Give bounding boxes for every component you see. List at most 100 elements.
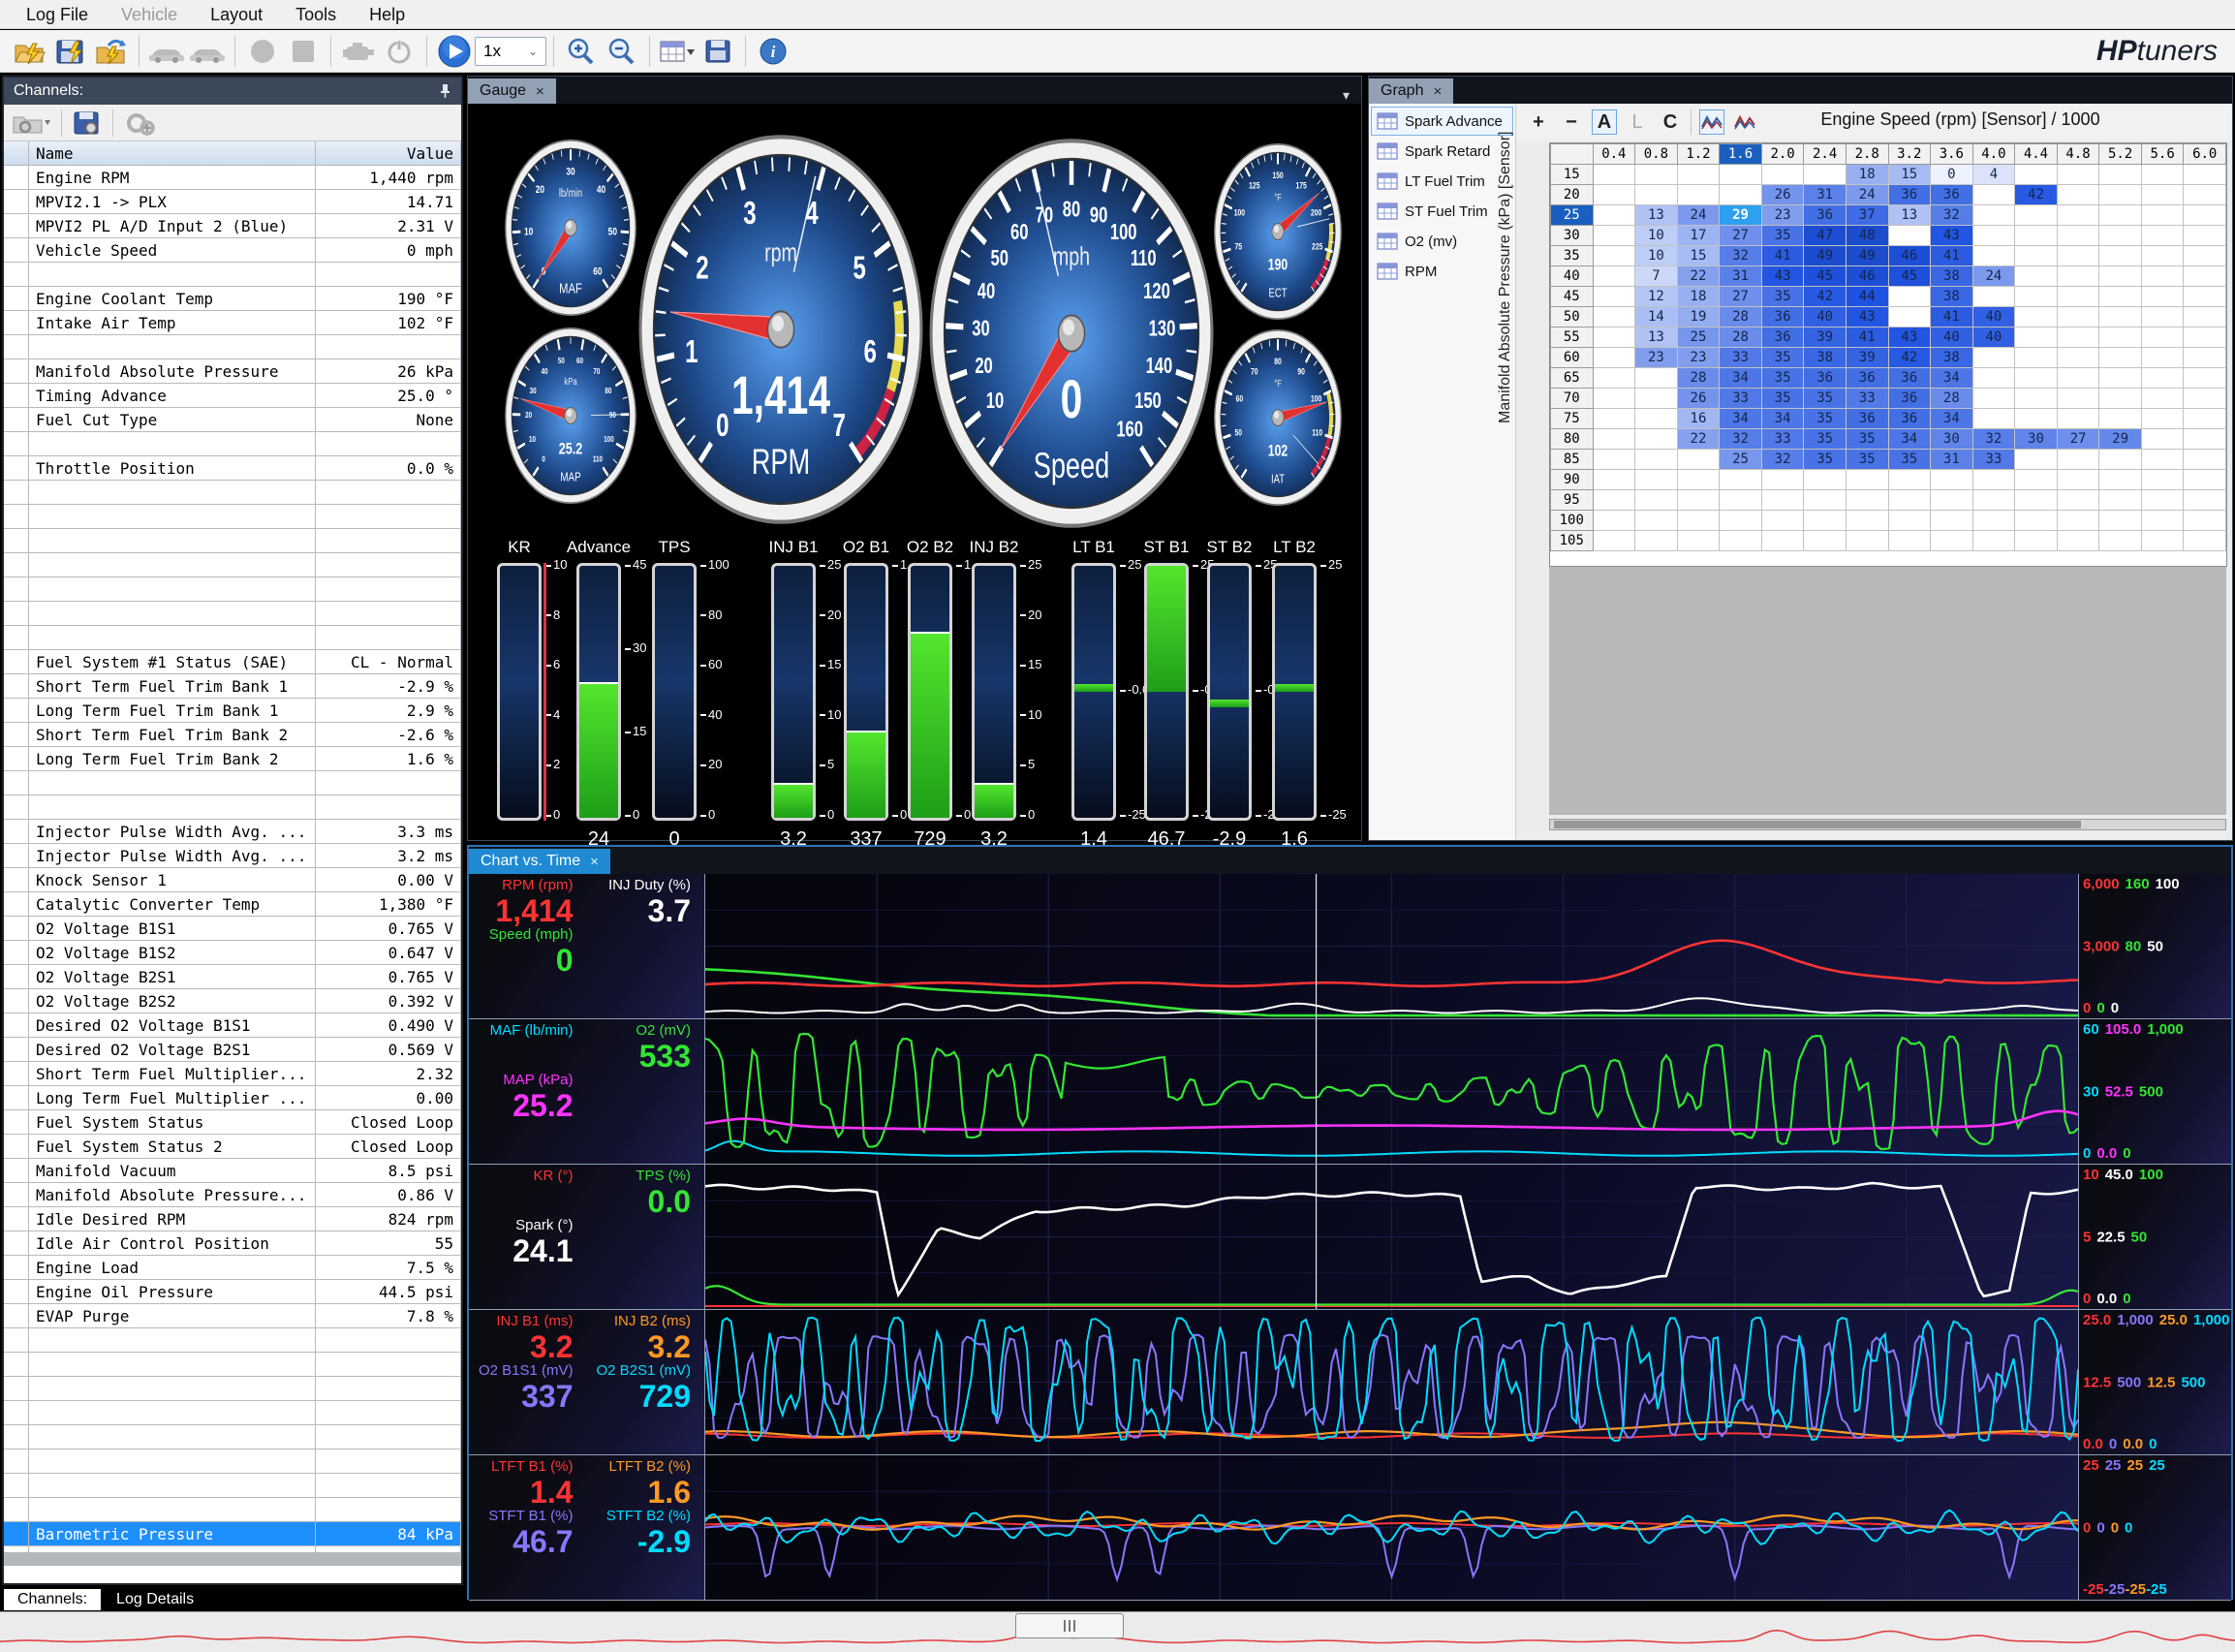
heat-cell[interactable] — [1972, 389, 2015, 409]
heat-cell[interactable]: 39 — [1846, 348, 1888, 368]
heat-cell[interactable] — [1888, 531, 1931, 551]
close-log-icon[interactable] — [91, 33, 132, 70]
heat-cell[interactable]: 34 — [1720, 409, 1762, 429]
heat-cell[interactable]: 23 — [1677, 348, 1720, 368]
heat-cell[interactable]: 35 — [1846, 429, 1888, 450]
heat-cell[interactable] — [1720, 185, 1762, 205]
heat-row-header[interactable]: 25 — [1551, 205, 1594, 226]
heat-cell[interactable]: 19 — [1677, 307, 1720, 327]
heat-cell[interactable]: 42 — [1888, 348, 1931, 368]
heat-cell[interactable]: 36 — [1888, 368, 1931, 389]
heat-cell[interactable]: 38 — [1804, 348, 1847, 368]
heat-cell[interactable] — [1593, 307, 1635, 327]
heat-cell[interactable]: 26 — [1761, 185, 1804, 205]
heat-cell[interactable]: 45 — [1804, 266, 1847, 287]
heat-cell[interactable] — [2184, 511, 2226, 531]
heat-cell[interactable] — [1888, 511, 1931, 531]
heat-cell[interactable] — [1677, 511, 1720, 531]
heat-row-header[interactable]: 50 — [1551, 307, 1594, 327]
heat-cell[interactable]: 34 — [1931, 409, 1973, 429]
heat-cell[interactable] — [1972, 185, 2015, 205]
heat-cell[interactable]: 32 — [1761, 450, 1804, 470]
heat-cell[interactable] — [2015, 450, 2058, 470]
heat-cell[interactable]: 23 — [1761, 205, 1804, 226]
heat-cell[interactable]: 49 — [1846, 246, 1888, 266]
heat-cell[interactable]: 36 — [1804, 368, 1847, 389]
heat-cell[interactable] — [1593, 490, 1635, 511]
heat-col-header[interactable]: 1.2 — [1677, 144, 1720, 165]
heat-cell[interactable]: 25 — [1677, 327, 1720, 348]
heat-cell[interactable] — [1931, 490, 1973, 511]
channel-row[interactable]: Fuel Cut TypeNone — [4, 408, 461, 432]
sidebar-item-stfueltrim[interactable]: ST Fuel Trim — [1371, 197, 1513, 226]
menu-help[interactable]: Help — [353, 0, 421, 29]
heat-cell[interactable] — [2057, 185, 2099, 205]
channel-row[interactable] — [4, 1474, 461, 1498]
channel-row[interactable]: Short Term Fuel Trim Bank 1-2.9 % — [4, 674, 461, 699]
heat-cell[interactable] — [1846, 490, 1888, 511]
heat-cell[interactable] — [1593, 327, 1635, 348]
heat-cell[interactable]: 16 — [1677, 409, 1720, 429]
zoom-out-icon[interactable] — [602, 33, 642, 70]
heat-cell[interactable]: 41 — [1931, 246, 1973, 266]
heat-cell[interactable] — [2015, 389, 2058, 409]
heat-cell[interactable] — [2015, 205, 2058, 226]
heat-cell[interactable]: 27 — [1720, 226, 1762, 246]
heat-cell[interactable]: 41 — [1846, 327, 1888, 348]
channel-row[interactable]: Short Term Fuel Trim Bank 2-2.6 % — [4, 723, 461, 747]
heat-cell[interactable]: 36 — [1888, 185, 1931, 205]
pin-icon[interactable] — [438, 83, 451, 99]
heat-cell[interactable] — [2141, 287, 2184, 307]
heat-col-header[interactable]: 2.4 — [1804, 144, 1847, 165]
heat-cell[interactable] — [1761, 490, 1804, 511]
heat-cell[interactable] — [2141, 450, 2184, 470]
heat-col-header[interactable]: 4.0 — [1972, 144, 2015, 165]
heat-cell[interactable] — [1972, 531, 2015, 551]
heat-cell[interactable]: 31 — [1931, 450, 1973, 470]
heat-cell[interactable] — [2099, 246, 2142, 266]
heat-cell[interactable]: 35 — [1761, 368, 1804, 389]
channel-row[interactable]: Catalytic Converter Temp1,380 °F — [4, 892, 461, 917]
heat-cell[interactable]: 22 — [1677, 266, 1720, 287]
heat-cell[interactable]: 15 — [1677, 246, 1720, 266]
channel-row[interactable] — [4, 263, 461, 287]
heat-cell[interactable] — [2141, 389, 2184, 409]
heat-cell[interactable] — [2184, 450, 2226, 470]
heat-cell[interactable] — [2184, 307, 2226, 327]
heat-row-header[interactable]: 20 — [1551, 185, 1594, 205]
heat-row-header[interactable]: 85 — [1551, 450, 1594, 470]
heat-cell[interactable] — [1888, 307, 1931, 327]
heat-cell[interactable] — [2099, 531, 2142, 551]
heat-col-header[interactable]: 5.6 — [2141, 144, 2184, 165]
chart-plot[interactable] — [705, 1310, 2078, 1454]
heat-cell[interactable]: 33 — [1720, 348, 1762, 368]
heat-cell[interactable]: 40 — [1804, 307, 1847, 327]
heat-cell[interactable]: 28 — [1720, 327, 1762, 348]
heat-cell[interactable] — [1972, 205, 2015, 226]
heat-cell[interactable] — [2141, 511, 2184, 531]
heat-cell[interactable] — [2141, 348, 2184, 368]
heat-cell[interactable] — [1972, 470, 2015, 490]
heat-cell[interactable] — [2099, 287, 2142, 307]
heat-cell[interactable] — [1635, 429, 1678, 450]
channel-row[interactable]: Desired O2 Voltage B1S10.490 V — [4, 1013, 461, 1038]
heat-cell[interactable] — [1635, 409, 1678, 429]
heat-row-header[interactable]: 75 — [1551, 409, 1594, 429]
heat-cell[interactable] — [1593, 511, 1635, 531]
heat-row-header[interactable]: 35 — [1551, 246, 1594, 266]
heat-cell[interactable]: 45 — [1888, 266, 1931, 287]
channel-row[interactable]: Knock Sensor 10.00 V — [4, 868, 461, 892]
channel-row[interactable]: Barometric Pressure84 kPa — [4, 1522, 461, 1546]
heat-cell[interactable]: 18 — [1846, 165, 1888, 185]
channels-hscrollbar[interactable] — [4, 1552, 461, 1566]
heat-cell[interactable]: 13 — [1888, 205, 1931, 226]
heat-cell[interactable]: 35 — [1761, 226, 1804, 246]
chart-plot[interactable] — [705, 1019, 2078, 1164]
heat-cell[interactable]: 24 — [1677, 205, 1720, 226]
channel-row[interactable]: Long Term Fuel Multiplier ...0.00 — [4, 1086, 461, 1110]
heat-cell[interactable] — [2141, 246, 2184, 266]
sidebar-item-ltfueltrim[interactable]: LT Fuel Trim — [1371, 167, 1513, 196]
heat-cell[interactable]: 15 — [1888, 165, 1931, 185]
heat-cell[interactable] — [1888, 470, 1931, 490]
channels-table-header[interactable]: Name Value — [4, 141, 461, 166]
